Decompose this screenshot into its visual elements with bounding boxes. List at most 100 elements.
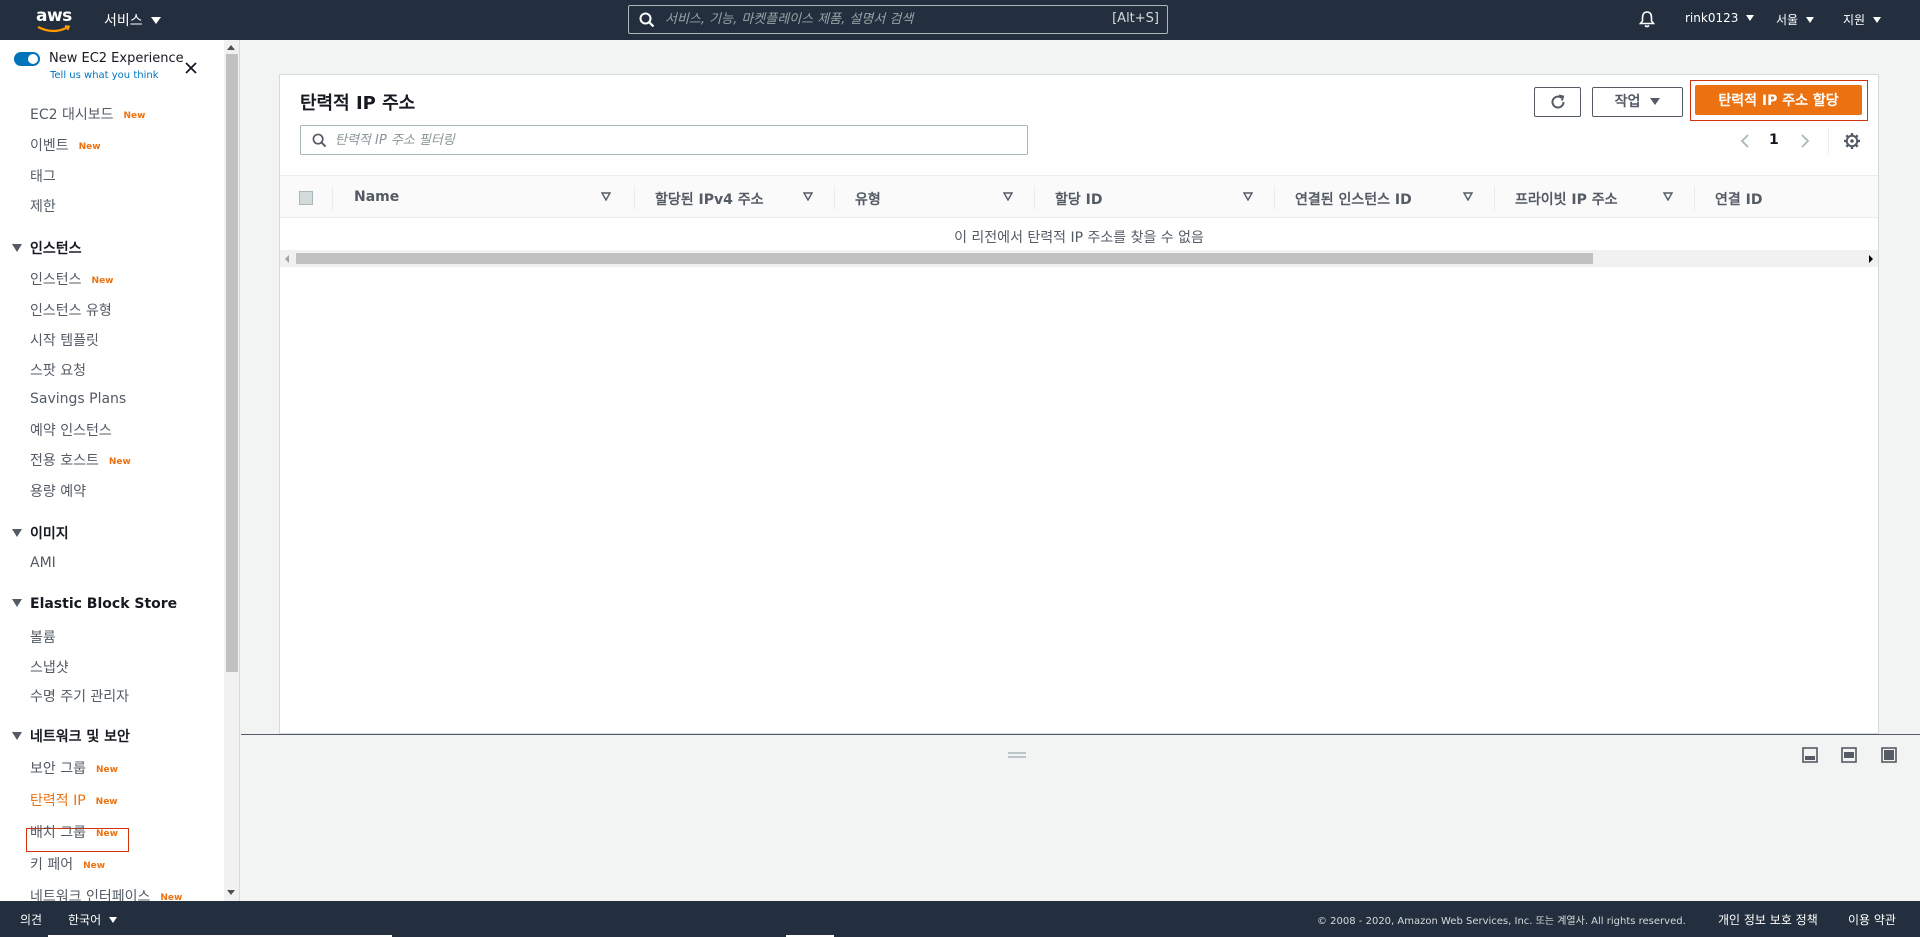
sort-icon[interactable] bbox=[1463, 192, 1473, 201]
section-label: Elastic Block Store bbox=[30, 596, 178, 612]
sidebar-item-elastic-ip[interactable]: 탄력적 IP New bbox=[30, 790, 118, 810]
new-badge: New bbox=[95, 829, 118, 839]
sidebar-item-launch-templates[interactable]: 시작 템플릿 bbox=[30, 330, 99, 350]
allocate-elastic-ip-button[interactable]: 탄력적 IP 주소 할당 bbox=[1695, 85, 1862, 115]
feedback-link[interactable]: 의견 bbox=[20, 911, 42, 928]
new-badge: New bbox=[160, 893, 183, 901]
current-page-number[interactable]: 1 bbox=[1769, 132, 1779, 148]
panel-middle-icon[interactable] bbox=[1841, 747, 1857, 763]
elastic-ip-table-panel: 탄력적 IP 주소 작업 탄력적 IP 주소 할당 1 bbox=[279, 74, 1879, 734]
sidebar-item-label: 시작 템플릿 bbox=[30, 333, 99, 349]
panel-bottom-icon[interactable] bbox=[1802, 747, 1818, 763]
sort-icon[interactable] bbox=[1243, 192, 1253, 201]
sidebar-item-key-pairs[interactable]: 키 페어 New bbox=[30, 854, 105, 874]
gear-icon[interactable] bbox=[1843, 132, 1861, 150]
sort-icon[interactable] bbox=[803, 192, 813, 201]
new-badge: New bbox=[95, 797, 118, 807]
new-badge: New bbox=[108, 457, 131, 467]
aws-logo[interactable]: aws bbox=[36, 6, 72, 34]
column-header-instance-id[interactable]: 연결된 인스턴스 ID bbox=[1295, 189, 1412, 209]
sort-icon[interactable] bbox=[1663, 192, 1673, 201]
sidebar-item-label: 태그 bbox=[30, 169, 56, 185]
column-header-name[interactable]: Name bbox=[354, 189, 399, 205]
support-menu[interactable]: 지원 bbox=[1843, 11, 1882, 28]
column-header-type[interactable]: 유형 bbox=[855, 189, 881, 209]
global-search-input[interactable] bbox=[665, 8, 1085, 31]
scroll-down-icon[interactable] bbox=[227, 890, 235, 895]
sidebar-section-ebs[interactable]: Elastic Block Store bbox=[12, 596, 177, 612]
sidebar-item-snapshots[interactable]: 스냅샷 bbox=[30, 657, 69, 677]
new-experience-banner: New EC2 Experience Tell us what you thin… bbox=[0, 40, 224, 86]
sidebar-scrollbar-thumb[interactable] bbox=[226, 54, 238, 672]
toggle-knob bbox=[28, 54, 38, 64]
sidebar-item-dedicated-hosts[interactable]: 전용 호스트 New bbox=[30, 450, 131, 470]
services-menu[interactable]: 서비스 bbox=[104, 10, 161, 30]
privacy-policy-link[interactable]: 개인 정보 보호 정책 bbox=[1718, 911, 1818, 928]
sidebar-section-instances[interactable]: 인스턴스 bbox=[12, 238, 82, 258]
sidebar-item-label: 스팟 요청 bbox=[30, 363, 86, 379]
sidebar-item-ami[interactable]: AMI bbox=[30, 555, 56, 571]
panel-full-icon[interactable] bbox=[1881, 747, 1897, 763]
sidebar-item-label: 볼륨 bbox=[30, 630, 56, 646]
column-header-allocation-id[interactable]: 할당 ID bbox=[1055, 189, 1102, 209]
sidebar-item-capacity-reservations[interactable]: 용량 예약 bbox=[30, 481, 86, 501]
sort-icon[interactable] bbox=[1003, 192, 1013, 201]
scroll-right-icon[interactable] bbox=[1869, 255, 1873, 263]
sidebar-item-label: 예약 인스턴스 bbox=[30, 423, 112, 439]
filter-box[interactable] bbox=[300, 125, 1028, 155]
scroll-up-icon[interactable] bbox=[227, 45, 235, 50]
sidebar-section-network-security[interactable]: 네트워크 및 보안 bbox=[12, 726, 130, 746]
sidebar-item-tags[interactable]: 태그 bbox=[30, 166, 56, 186]
new-experience-toggle[interactable] bbox=[14, 52, 40, 66]
close-icon[interactable] bbox=[184, 61, 198, 75]
filter-input[interactable] bbox=[335, 129, 1015, 151]
new-badge: New bbox=[78, 142, 101, 152]
sidebar-item-placement-groups[interactable]: 배치 그룹 New bbox=[30, 822, 118, 842]
select-all-checkbox[interactable] bbox=[299, 191, 313, 205]
column-header-private-ip[interactable]: 프라이빗 IP 주소 bbox=[1515, 189, 1618, 209]
sidebar-item-volumes[interactable]: 볼륨 bbox=[30, 627, 56, 647]
table-horizontal-scrollbar[interactable] bbox=[280, 250, 1878, 267]
language-label: 한국어 bbox=[68, 913, 102, 927]
refresh-icon bbox=[1551, 94, 1565, 109]
column-header-ipv4[interactable]: 할당된 IPv4 주소 bbox=[655, 189, 764, 209]
sidebar: New EC2 Experience Tell us what you thin… bbox=[0, 40, 240, 901]
new-badge: New bbox=[123, 111, 146, 121]
sort-icon[interactable] bbox=[601, 192, 611, 201]
chevron-down-icon bbox=[1806, 17, 1815, 23]
refresh-button[interactable] bbox=[1534, 87, 1581, 117]
sidebar-item-ec2-dashboard[interactable]: EC2 대시보드 New bbox=[30, 104, 145, 124]
sidebar-item-instances[interactable]: 인스턴스 New bbox=[30, 269, 113, 289]
table-scrollbar-thumb[interactable] bbox=[296, 253, 1593, 264]
sidebar-item-lifecycle-manager[interactable]: 수명 주기 관리자 bbox=[30, 686, 129, 706]
sidebar-item-limits[interactable]: 제한 bbox=[30, 196, 56, 216]
caret-down-icon bbox=[12, 244, 22, 252]
services-label: 서비스 bbox=[104, 13, 143, 29]
actions-dropdown[interactable]: 작업 bbox=[1592, 87, 1683, 117]
sidebar-item-security-groups[interactable]: 보안 그룹 New bbox=[30, 758, 118, 778]
sidebar-item-network-interfaces[interactable]: 네트워크 인터페이스 New bbox=[30, 886, 182, 901]
sidebar-item-label: 제한 bbox=[30, 199, 56, 215]
sidebar-item-savings-plans[interactable]: Savings Plans bbox=[30, 391, 126, 407]
drag-handle-icon[interactable] bbox=[1008, 751, 1026, 759]
region-menu[interactable]: 서울 bbox=[1776, 11, 1815, 28]
sidebar-item-spot-requests[interactable]: 스팟 요청 bbox=[30, 360, 86, 380]
column-divider bbox=[1494, 186, 1495, 210]
main-content: 탄력적 IP 주소 작업 탄력적 IP 주소 할당 1 bbox=[241, 40, 1920, 735]
chevron-down-icon bbox=[1746, 15, 1755, 21]
global-search[interactable]: [Alt+S] bbox=[628, 5, 1168, 34]
sidebar-item-reserved-instances[interactable]: 예약 인스턴스 bbox=[30, 420, 112, 440]
notifications-button[interactable] bbox=[1638, 10, 1656, 32]
chevron-right-icon[interactable] bbox=[1799, 133, 1811, 149]
scroll-left-icon[interactable] bbox=[285, 255, 289, 263]
sidebar-item-label: 키 페어 bbox=[30, 857, 74, 873]
sidebar-item-events[interactable]: 이벤트 New bbox=[30, 135, 101, 155]
language-selector[interactable]: 한국어 bbox=[68, 911, 118, 928]
sidebar-section-images[interactable]: 이미지 bbox=[12, 523, 69, 543]
terms-link[interactable]: 이용 약관 bbox=[1848, 911, 1896, 928]
column-header-association-id[interactable]: 연결 ID bbox=[1715, 189, 1762, 209]
account-menu[interactable]: rink0123 bbox=[1685, 11, 1755, 25]
sidebar-item-instance-types[interactable]: 인스턴스 유형 bbox=[30, 300, 112, 320]
feedback-link[interactable]: Tell us what you think bbox=[50, 70, 159, 81]
chevron-left-icon[interactable] bbox=[1739, 133, 1751, 149]
